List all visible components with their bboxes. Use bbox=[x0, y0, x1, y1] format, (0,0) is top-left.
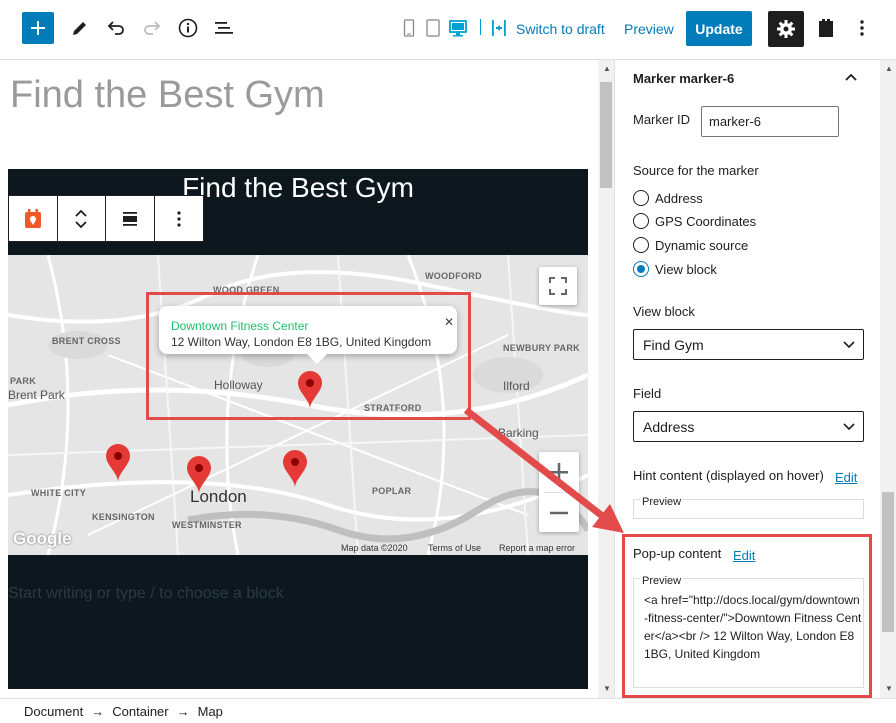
annotation-arrow-icon bbox=[463, 407, 624, 533]
chevron-down-icon bbox=[843, 423, 855, 431]
radio-label: Address bbox=[655, 190, 703, 206]
hint-preview-box: Preview bbox=[633, 496, 864, 519]
breadcrumb-arrow-icon: → bbox=[176, 703, 190, 719]
source-label: Source for the marker bbox=[633, 163, 759, 178]
radio-gps-coordinates[interactable]: GPS Coordinates bbox=[633, 213, 756, 229]
sidebar-scroll-thumb[interactable] bbox=[882, 492, 894, 632]
breadcrumb: Document → Container → Map bbox=[0, 698, 896, 723]
chevron-down-icon bbox=[843, 341, 855, 349]
view-block-select-value: Find Gym bbox=[643, 337, 704, 353]
preview-link[interactable]: Preview bbox=[624, 21, 674, 37]
field-label: Field bbox=[633, 386, 662, 401]
chevron-up-down-icon bbox=[75, 209, 87, 228]
radio-label: Dynamic source bbox=[655, 237, 749, 253]
block-type-button[interactable] bbox=[9, 196, 58, 241]
map-label: BRENT CROSS bbox=[52, 336, 121, 346]
field-select[interactable]: Address bbox=[633, 411, 864, 442]
map-label: KENSINGTON bbox=[92, 512, 155, 522]
radio-view-block[interactable]: View block bbox=[633, 261, 717, 277]
align-button[interactable] bbox=[106, 196, 155, 241]
map-marker-icon[interactable] bbox=[105, 443, 131, 483]
breadcrumb-arrow-icon: → bbox=[91, 703, 105, 719]
view-block-select[interactable]: Find Gym bbox=[633, 329, 864, 360]
editor-scroll-thumb[interactable] bbox=[600, 82, 612, 188]
post-title[interactable]: Find the Best Gym bbox=[10, 74, 325, 117]
hint-edit-link[interactable]: Edit bbox=[835, 470, 857, 485]
map-place: Ilford bbox=[503, 379, 530, 393]
scroll-up-arrow-icon[interactable]: ▲ bbox=[885, 64, 893, 73]
info-icon[interactable] bbox=[175, 14, 201, 42]
map-data-credit: Map data ©2020 bbox=[341, 543, 408, 553]
block-more-options-button[interactable] bbox=[155, 196, 204, 241]
map-label: NEWBURY PARK bbox=[503, 343, 580, 353]
field-select-value: Address bbox=[643, 419, 695, 435]
fullscreen-button[interactable] bbox=[539, 267, 577, 305]
report-error-link[interactable]: Report a map error bbox=[499, 543, 575, 553]
list-view-icon[interactable] bbox=[211, 14, 237, 42]
map-marker-icon[interactable] bbox=[282, 449, 308, 489]
mobile-preview-icon[interactable] bbox=[400, 14, 418, 42]
update-button[interactable]: Update bbox=[686, 11, 752, 46]
more-vertical-icon bbox=[177, 210, 181, 227]
marker-id-input[interactable] bbox=[701, 106, 839, 137]
hint-content-label: Hint content (displayed on hover) bbox=[633, 468, 824, 483]
map-label: WESTMINSTER bbox=[172, 520, 242, 530]
chevron-up-icon[interactable] bbox=[844, 70, 858, 84]
radio-circle[interactable] bbox=[633, 237, 649, 253]
undo-icon[interactable] bbox=[103, 14, 129, 42]
terms-link[interactable]: Terms of Use bbox=[428, 543, 481, 553]
breadcrumb-item[interactable]: Map bbox=[198, 704, 223, 719]
radio-circle-checked[interactable] bbox=[633, 261, 649, 277]
more-options-icon[interactable] bbox=[849, 14, 875, 42]
radio-address[interactable]: Address bbox=[633, 190, 703, 206]
pencil-icon[interactable] bbox=[67, 14, 93, 42]
annotation-highlight-infowindow bbox=[146, 292, 471, 420]
editor-scrollbar[interactable]: ▲ ▼ bbox=[598, 60, 614, 698]
gear-icon bbox=[777, 20, 795, 38]
block-placeholder[interactable]: Start writing or type / to choose a bloc… bbox=[8, 585, 284, 603]
map-label: WOODFORD bbox=[425, 271, 482, 281]
marker-id-label: Marker ID bbox=[633, 112, 691, 127]
settings-button[interactable] bbox=[768, 11, 804, 47]
breadcrumb-item[interactable]: Document bbox=[24, 704, 83, 719]
preview-legend: Preview bbox=[640, 496, 684, 508]
view-block-label: View block bbox=[633, 304, 695, 319]
radio-label: GPS Coordinates bbox=[655, 213, 757, 229]
breadcrumb-item[interactable]: Container bbox=[112, 704, 168, 719]
map-marker-icon[interactable] bbox=[186, 455, 212, 495]
top-toolbar: Switch to draft Preview Update bbox=[0, 0, 896, 60]
radio-circle[interactable] bbox=[633, 190, 649, 206]
map-label: POPLAR bbox=[372, 486, 412, 496]
map-label: PARK bbox=[10, 376, 37, 386]
map-block-icon bbox=[24, 208, 41, 228]
map-label: WHITE CITY bbox=[31, 488, 86, 498]
move-block-button[interactable] bbox=[58, 196, 106, 241]
fullscreen-icon bbox=[549, 277, 567, 295]
radio-label: View block bbox=[655, 261, 717, 277]
scroll-down-arrow-icon[interactable]: ▼ bbox=[603, 684, 611, 693]
block-toolbar bbox=[8, 195, 204, 242]
scroll-down-arrow-icon[interactable]: ▼ bbox=[885, 684, 893, 693]
toolset-icon[interactable] bbox=[813, 14, 839, 42]
scroll-up-arrow-icon[interactable]: ▲ bbox=[603, 64, 611, 73]
add-block-button[interactable] bbox=[22, 12, 54, 44]
annotation-highlight-popup bbox=[622, 534, 872, 698]
panel-title[interactable]: Marker marker-6 bbox=[633, 71, 734, 86]
toolbar-divider bbox=[480, 19, 481, 35]
align-wide-icon bbox=[122, 211, 137, 226]
switch-draft-icon[interactable] bbox=[487, 14, 511, 42]
tablet-preview-icon[interactable] bbox=[423, 14, 443, 42]
sidebar-scrollbar[interactable]: ▲ ▼ bbox=[880, 60, 896, 698]
switch-to-draft-link[interactable]: Switch to draft bbox=[516, 21, 605, 37]
radio-circle[interactable] bbox=[633, 213, 649, 229]
google-logo: Google bbox=[13, 529, 72, 548]
radio-dynamic-source[interactable]: Dynamic source bbox=[633, 237, 748, 253]
redo-icon[interactable] bbox=[139, 14, 165, 42]
desktop-preview-icon[interactable] bbox=[447, 14, 469, 42]
map-place: Brent Park bbox=[8, 388, 65, 402]
